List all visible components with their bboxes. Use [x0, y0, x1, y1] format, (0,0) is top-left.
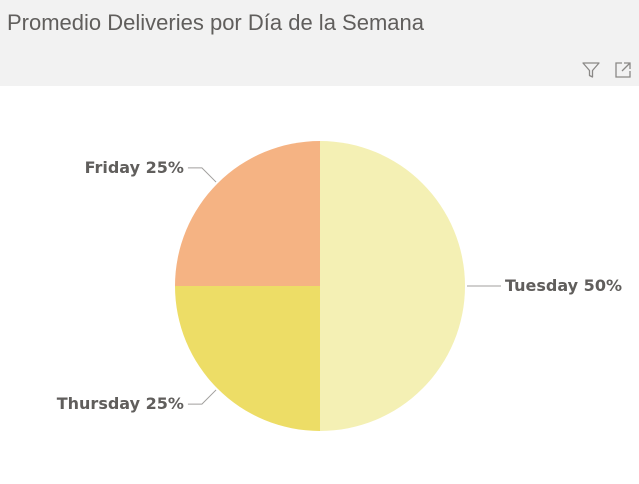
leader-line-friday — [187, 167, 217, 183]
pie-slice-friday[interactable] — [175, 141, 320, 286]
pie-slice-tuesday[interactable] — [320, 141, 465, 431]
chart-area: Tuesday 50% Thursday 25% Friday 25% — [0, 86, 639, 484]
pie-slice-thursday[interactable] — [175, 286, 320, 431]
visual-toolbar — [579, 58, 635, 82]
chart-title: Promedio Deliveries por Día de la Semana — [7, 10, 424, 35]
filter-button[interactable] — [579, 58, 603, 82]
leader-line-thursday — [187, 389, 217, 405]
visual-header: Promedio Deliveries por Día de la Semana — [0, 0, 639, 86]
pie-chart-visual: Promedio Deliveries por Día de la Semana… — [0, 0, 639, 484]
focus-mode-icon — [615, 62, 631, 78]
focus-mode-button[interactable] — [611, 58, 635, 82]
data-label-friday: Friday 25% — [85, 158, 184, 177]
filter-icon — [582, 62, 600, 78]
pie-chart: Tuesday 50% Thursday 25% Friday 25% — [57, 141, 622, 431]
data-label-thursday: Thursday 25% — [57, 394, 184, 413]
data-label-tuesday: Tuesday 50% — [505, 276, 622, 295]
